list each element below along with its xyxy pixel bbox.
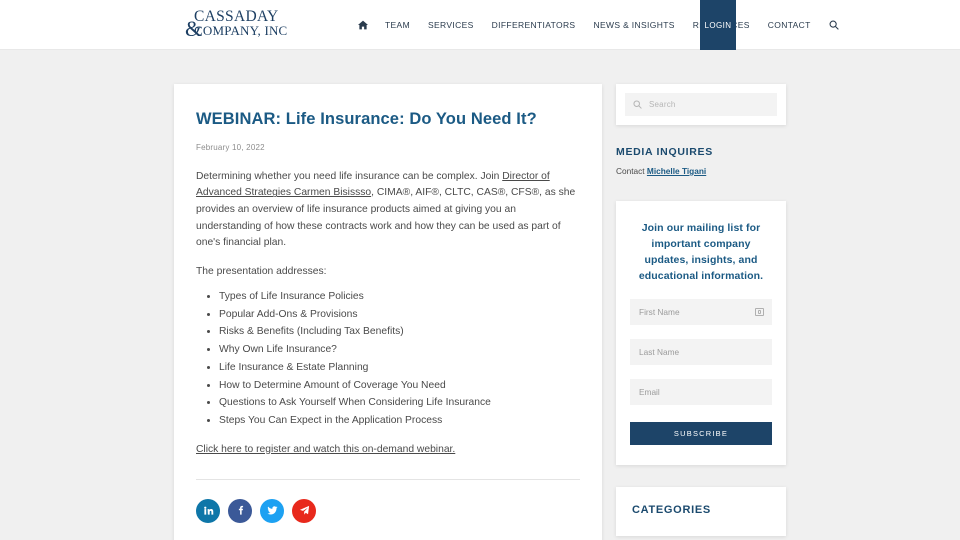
search-card: Search (616, 84, 786, 125)
email-field[interactable]: Email (630, 378, 772, 405)
last-name-placeholder: Last Name (639, 346, 680, 357)
sidebar: Search MEDIA INQUIRES Contact Michelle T… (616, 84, 786, 536)
logo-ampersand: & (185, 16, 203, 41)
register-webinar-link[interactable]: Click here to register and watch this on… (196, 444, 455, 455)
mailing-list-heading: Join our mailing list for important comp… (638, 222, 764, 282)
list-item: Life Insurance & Estate Planning (219, 360, 580, 376)
article-date: February 10, 2022 (196, 142, 265, 152)
list-item: Steps You Can Expect in the Application … (219, 413, 580, 429)
content-divider (196, 478, 580, 480)
site-logo[interactable]: & CASSADAY COMPANY, INC (185, 9, 287, 41)
article-paragraph: Determining whether you need life insura… (196, 169, 580, 252)
site-header: & CASSADAY COMPANY, INC TEAM SERVICES DI… (0, 0, 960, 50)
last-name-field[interactable]: Last Name (630, 338, 772, 365)
article-card: WEBINAR: Life Insurance: Do You Need It?… (174, 84, 602, 540)
search-icon (633, 100, 642, 109)
list-item: How to Determine Amount of Coverage You … (219, 378, 580, 394)
login-label: LOGIN (704, 20, 732, 30)
nav-item-differentiators[interactable]: DIFFERENTIATORS (483, 20, 585, 30)
mailing-list-card: Join our mailing list for important comp… (616, 201, 786, 465)
presentation-topics-list: Types of Life Insurance Policies Popular… (196, 289, 580, 430)
contact-prefix: Contact (616, 166, 647, 176)
search-icon[interactable] (820, 20, 848, 30)
autofill-contact-icon[interactable] (755, 307, 764, 316)
media-inquiries-block: MEDIA INQUIRES Contact Michelle Tigani (616, 146, 786, 176)
page-title: WEBINAR: Life Insurance: Do You Need It? (196, 110, 537, 128)
media-inquiries-title: MEDIA INQUIRES (616, 146, 713, 158)
subscribe-button[interactable]: SUBSCRIBE (630, 421, 772, 445)
social-share-row (196, 498, 580, 523)
list-item: Popular Add-Ons & Provisions (219, 307, 580, 323)
nav-item-services[interactable]: SERVICES (419, 20, 483, 30)
main-navigation: TEAM SERVICES DIFFERENTIATORS NEWS & INS… (350, 0, 848, 50)
nav-item-contact[interactable]: CONTACT (759, 20, 820, 30)
nav-item-team[interactable]: TEAM (376, 20, 419, 30)
categories-title: CATEGORIES (632, 503, 711, 516)
page-body: WEBINAR: Life Insurance: Do You Need It?… (0, 50, 960, 540)
first-name-field[interactable]: First Name (630, 298, 772, 325)
paragraph-part-1: Determining whether you need life insura… (196, 170, 503, 182)
list-item: Risks & Benefits (Including Tax Benefits… (219, 324, 580, 340)
list-item: Why Own Life Insurance? (219, 342, 580, 358)
presentation-subheading: The presentation addresses: (196, 266, 327, 278)
email-placeholder: Email (639, 386, 660, 397)
linkedin-icon[interactable] (196, 498, 220, 523)
media-contact-link[interactable]: Michelle Tigani (647, 166, 706, 176)
list-item: Questions to Ask Yourself When Consideri… (219, 395, 580, 411)
media-contact-line: Contact Michelle Tigani (616, 166, 786, 176)
subscribe-label: SUBSCRIBE (673, 428, 729, 438)
search-input[interactable]: Search (625, 93, 777, 116)
facebook-icon[interactable] (228, 498, 252, 523)
categories-card: CATEGORIES (616, 486, 786, 536)
search-placeholder: Search (649, 100, 676, 109)
list-item: Types of Life Insurance Policies (219, 289, 580, 305)
send-share-icon[interactable] (292, 498, 316, 523)
nav-item-news-insights[interactable]: NEWS & INSIGHTS (584, 20, 683, 30)
first-name-placeholder: First Name (639, 306, 680, 317)
twitter-icon[interactable] (260, 498, 284, 523)
home-icon[interactable] (350, 20, 376, 30)
login-button[interactable]: LOGIN (700, 0, 736, 50)
